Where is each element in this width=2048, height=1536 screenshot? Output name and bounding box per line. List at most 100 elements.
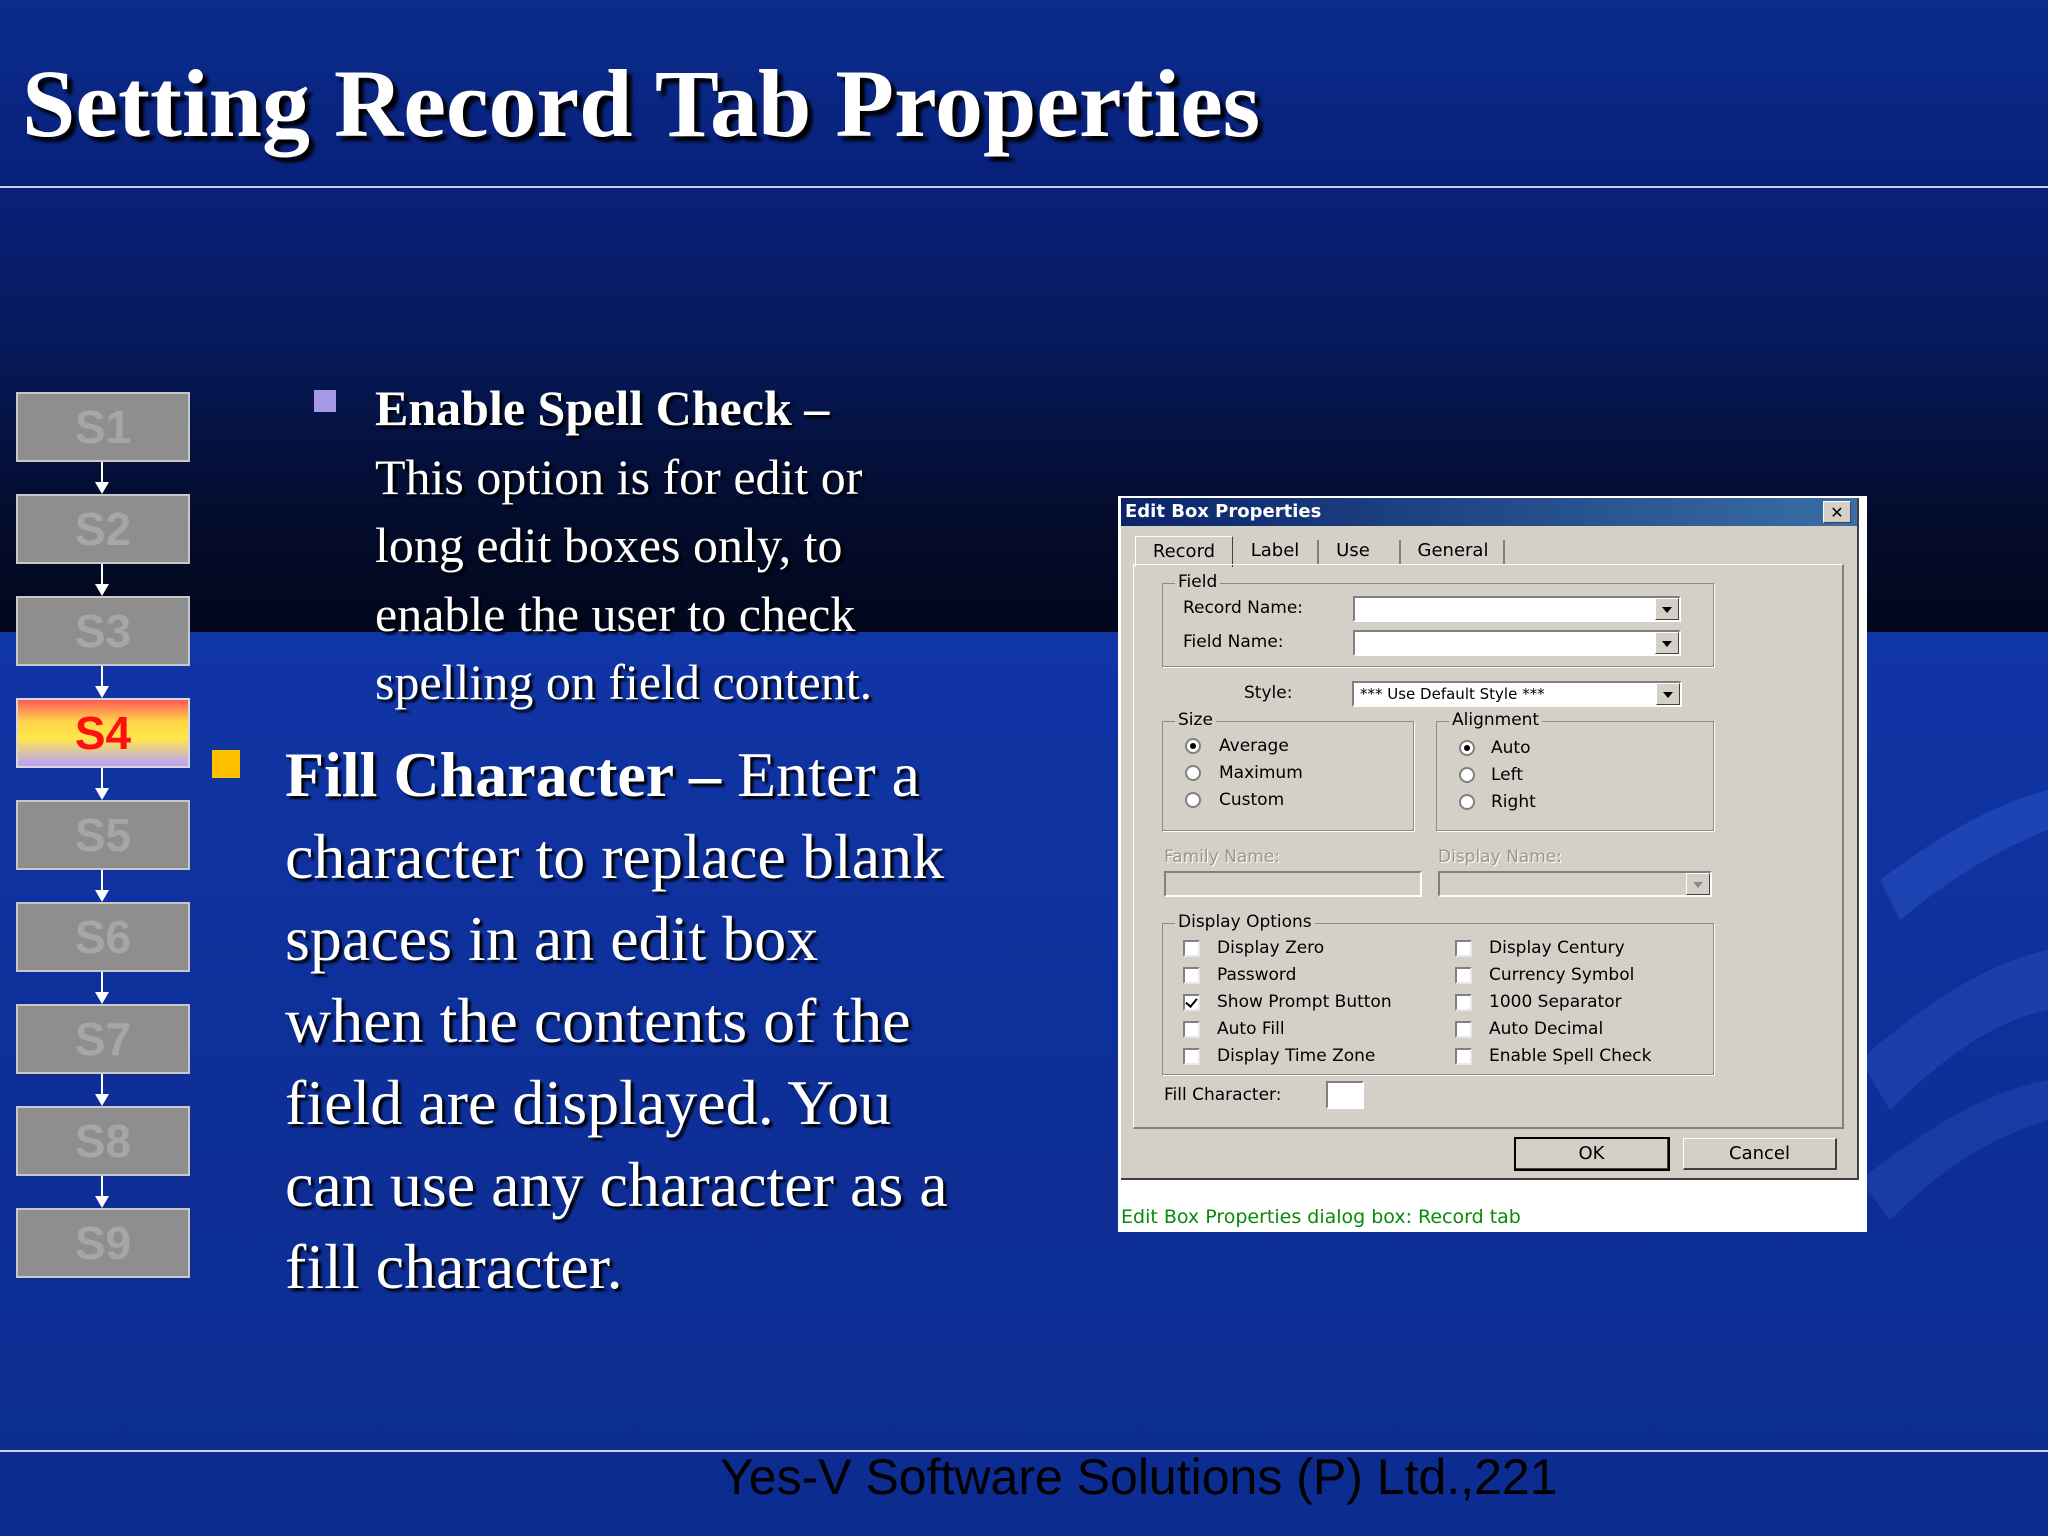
sub-bullet-line: spelling on field content. — [375, 654, 873, 710]
dialog-title: Edit Box Properties — [1125, 501, 1322, 522]
checkbox-1000-separator[interactable] — [1455, 994, 1472, 1011]
arrow-down-icon — [95, 1074, 109, 1106]
field-group: Field Record Name: Field Name: — [1162, 572, 1714, 667]
sub-bullet-heading: Enable Spell Check – — [375, 380, 830, 436]
main-bullet-line: field are displayed. You — [285, 1067, 892, 1138]
chevron-down-icon[interactable] — [1656, 683, 1680, 705]
field-name-combo[interactable] — [1353, 630, 1681, 656]
size-radio-average[interactable] — [1185, 738, 1201, 754]
arrow-down-icon — [95, 564, 109, 596]
tab-use[interactable]: Use — [1321, 536, 1385, 566]
checkbox-label: Currency Symbol — [1489, 965, 1635, 985]
display-name-combo[interactable] — [1438, 871, 1712, 897]
dialog-caption: Edit Box Properties dialog box: Record t… — [1121, 1206, 1521, 1228]
checkbox-label: Password — [1217, 965, 1297, 985]
close-button[interactable]: ✕ — [1823, 501, 1851, 523]
family-name-input[interactable] — [1164, 871, 1422, 897]
step-s7[interactable]: S7 — [16, 1004, 190, 1074]
sub-bullet-line: enable the user to check — [375, 585, 856, 642]
display-options-group-label: Display Options — [1175, 912, 1315, 932]
record-name-combo[interactable] — [1353, 596, 1681, 622]
checkbox-enable-spell-check[interactable] — [1455, 1048, 1472, 1065]
size-option-label: Custom — [1219, 790, 1285, 810]
tab-separator — [1317, 540, 1319, 564]
step-s2[interactable]: S2 — [16, 494, 190, 564]
checkbox-label: Auto Decimal — [1489, 1019, 1604, 1039]
display-name-label: Display Name: — [1438, 847, 1562, 867]
checkbox-label: Auto Fill — [1217, 1019, 1285, 1039]
step-s9[interactable]: S9 — [16, 1208, 190, 1278]
checkbox-label: Enable Spell Check — [1489, 1046, 1652, 1066]
style-label: Style: — [1244, 683, 1293, 703]
tab-record[interactable]: Record — [1135, 536, 1233, 567]
sub-bullet-text: Enable Spell Check – This option is for … — [375, 374, 1115, 717]
arrow-down-icon — [95, 1176, 109, 1208]
checkbox-label: Show Prompt Button — [1217, 992, 1392, 1012]
tab-general[interactable]: General — [1405, 536, 1501, 566]
field-name-label: Field Name: — [1183, 632, 1284, 652]
footer-text: Yes-V Software Solutions (P) Ltd.,221 — [720, 1449, 1558, 1505]
ok-button[interactable]: OK — [1514, 1137, 1670, 1171]
checkbox-label: 1000 Separator — [1489, 992, 1622, 1012]
checkbox-label: Display Zero — [1217, 938, 1325, 958]
sub-bullet-marker — [314, 390, 336, 412]
chevron-down-icon[interactable] — [1686, 873, 1710, 895]
step-s6[interactable]: S6 — [16, 902, 190, 972]
chevron-down-icon[interactable] — [1655, 598, 1679, 620]
size-option-label: Maximum — [1219, 763, 1303, 783]
checkbox-show-prompt-button[interactable] — [1183, 994, 1200, 1011]
edit-box-properties-dialog: Edit Box Properties ✕ Record Label Use G… — [1121, 498, 1859, 1180]
step-s1[interactable]: S1 — [16, 392, 190, 462]
main-bullet-line: spaces in an edit box — [285, 903, 819, 974]
arrow-down-icon — [95, 666, 109, 698]
step-s4[interactable]: S4 — [16, 698, 190, 768]
alignment-option-label: Auto — [1491, 738, 1531, 758]
alignment-group-label: Alignment — [1449, 710, 1543, 730]
style-value: *** Use Default Style *** — [1360, 685, 1545, 703]
checkbox-label: Display Time Zone — [1217, 1046, 1376, 1066]
tab-separator — [1503, 540, 1505, 564]
sub-bullet-line: long edit boxes only, to — [375, 517, 843, 573]
close-icon: ✕ — [1830, 503, 1844, 522]
slide: Setting Record Tab Properties S1 S2 S3 S4 S5… — [0, 0, 2048, 1536]
fill-character-input[interactable] — [1326, 1081, 1364, 1109]
arrow-down-icon — [95, 462, 109, 494]
slide-title: Setting Record Tab Properties — [22, 50, 1261, 157]
size-group: Size Average Maximum Custom — [1162, 710, 1414, 831]
checkbox-currency-symbol[interactable] — [1455, 967, 1472, 984]
sub-bullet-line: This option is for edit or — [375, 448, 863, 505]
style-combo[interactable]: *** Use Default Style *** — [1352, 681, 1682, 707]
chevron-down-icon[interactable] — [1655, 632, 1679, 654]
record-tab-panel: Field Record Name: Field Name: Style: **… — [1133, 564, 1844, 1129]
dialog-title-bar: Edit Box Properties ✕ — [1121, 498, 1857, 526]
alignment-option-label: Left — [1491, 765, 1523, 785]
checkbox-display-century[interactable] — [1455, 940, 1472, 957]
size-radio-custom[interactable] — [1185, 792, 1201, 808]
size-option-label: Average — [1219, 736, 1289, 756]
alignment-radio-left[interactable] — [1459, 767, 1475, 783]
step-s5[interactable]: S5 — [16, 800, 190, 870]
title-divider — [0, 186, 2048, 188]
cancel-button[interactable]: Cancel — [1683, 1138, 1837, 1170]
size-group-label: Size — [1175, 710, 1216, 730]
checkbox-password[interactable] — [1183, 967, 1200, 984]
main-bullet-marker — [212, 750, 240, 778]
step-s8[interactable]: S8 — [16, 1106, 190, 1176]
checkbox-auto-fill[interactable] — [1183, 1021, 1200, 1038]
family-name-label: Family Name: — [1164, 847, 1280, 867]
main-bullet-line: fill character. — [285, 1231, 623, 1302]
alignment-group: Alignment Auto Left Right — [1436, 710, 1714, 831]
step-s3[interactable]: S3 — [16, 596, 190, 666]
alignment-option-label: Right — [1491, 792, 1536, 812]
main-bullet-line: character to replace blank — [285, 821, 945, 892]
checkbox-auto-decimal[interactable] — [1455, 1021, 1472, 1038]
main-bullet-line: can use any character as a — [285, 1149, 948, 1220]
tab-label[interactable]: Label — [1235, 536, 1315, 566]
display-options-group: Display Options Display Zero Password Show… — [1162, 912, 1714, 1075]
alignment-radio-auto[interactable] — [1459, 740, 1475, 756]
checkbox-display-zero[interactable] — [1183, 940, 1200, 957]
fill-character-label: Fill Character: — [1164, 1085, 1282, 1105]
checkbox-display-time-zone[interactable] — [1183, 1048, 1200, 1065]
alignment-radio-right[interactable] — [1459, 794, 1475, 810]
size-radio-maximum[interactable] — [1185, 765, 1201, 781]
